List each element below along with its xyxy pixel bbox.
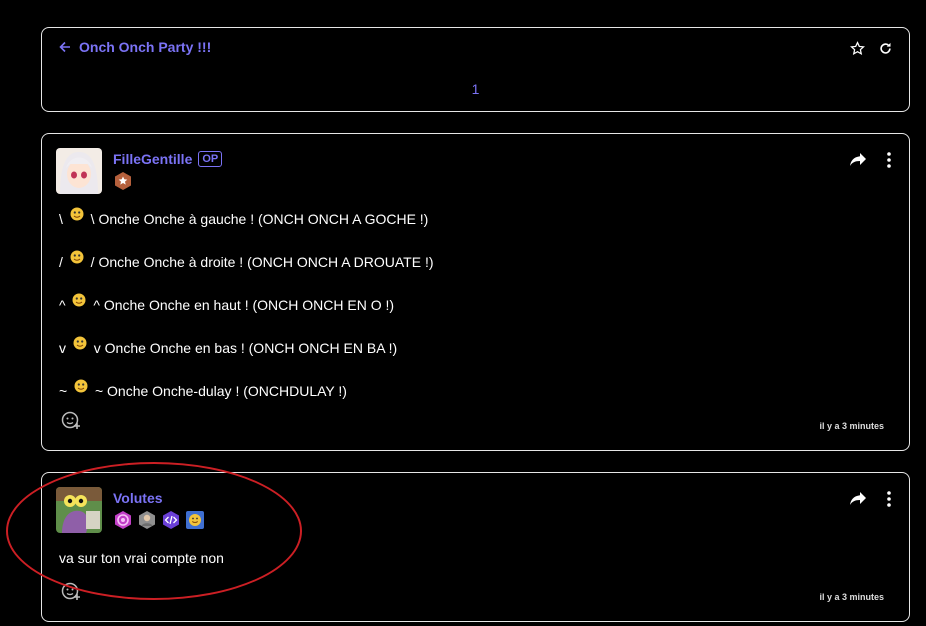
code-badge-icon: [161, 510, 181, 530]
post: FilleGentille OP \ \ Onche Onche à gauch…: [41, 133, 910, 451]
star-medal-icon: [113, 171, 133, 191]
post-line: ^ ^ Onche Onche en haut ! (ONCH ONCH EN …: [59, 293, 434, 316]
username[interactable]: Volutes: [113, 490, 163, 506]
username[interactable]: FilleGentille OP: [113, 151, 223, 167]
add-reaction-icon[interactable]: [61, 410, 81, 435]
swirl-badge-icon: [113, 510, 133, 530]
star-icon[interactable]: [849, 40, 865, 56]
smiley-emote-icon: [70, 207, 84, 221]
post-line: ~ ~ Onche Onche-dulay ! (ONCHDULAY !): [59, 379, 434, 402]
avatar-badge-icon: [137, 510, 157, 530]
share-icon[interactable]: [849, 491, 867, 507]
username-text: FilleGentille: [113, 151, 193, 167]
post-text: va sur ton vrai compte non: [59, 550, 224, 566]
username-text: Volutes: [113, 490, 163, 506]
smiley-emote-icon: [70, 250, 84, 264]
post-line: / / Onche Onche à droite ! (ONCH ONCH A …: [59, 250, 434, 273]
post-line: v v Onche Onche en bas ! (ONCH ONCH EN B…: [59, 336, 434, 359]
more-options-icon[interactable]: [887, 152, 891, 168]
smiley-emote-icon: [74, 379, 88, 393]
back-link[interactable]: Onch Onch Party !!!: [59, 39, 211, 55]
add-reaction-icon[interactable]: [61, 581, 81, 606]
back-arrow-icon: [59, 41, 70, 53]
post-timestamp: il y a 3 minutes: [819, 421, 884, 431]
topic-title: Onch Onch Party !!!: [79, 39, 212, 55]
post-timestamp: il y a 3 minutes: [819, 592, 884, 602]
smiley-emote-icon: [73, 336, 87, 350]
avatar[interactable]: [56, 487, 102, 533]
post-line: \ \ Onche Onche à gauche ! (ONCH ONCH A …: [59, 207, 434, 230]
post: Volutes va sur ton vrai compte non il y …: [41, 472, 910, 622]
topic-header: Onch Onch Party !!! 1: [41, 27, 910, 112]
avatar[interactable]: [56, 148, 102, 194]
smiley-emote-icon: [72, 293, 86, 307]
share-icon[interactable]: [849, 152, 867, 168]
more-options-icon[interactable]: [887, 491, 891, 507]
post-content: \ \ Onche Onche à gauche ! (ONCH ONCH A …: [59, 207, 434, 423]
post-content: va sur ton vrai compte non: [59, 547, 224, 590]
smiley-badge-icon: [185, 510, 205, 530]
page-number[interactable]: 1: [42, 81, 909, 97]
op-badge: OP: [198, 151, 223, 167]
refresh-icon[interactable]: [877, 40, 893, 56]
